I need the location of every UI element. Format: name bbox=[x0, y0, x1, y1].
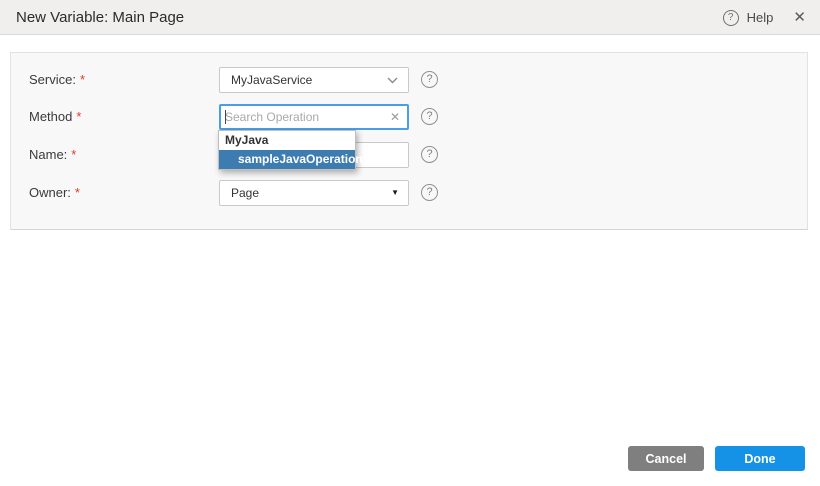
service-help-icon[interactable]: ? bbox=[421, 71, 438, 88]
help-icon[interactable]: ? bbox=[723, 10, 739, 26]
method-help-icon[interactable]: ? bbox=[421, 108, 438, 125]
name-help-icon[interactable]: ? bbox=[421, 146, 438, 163]
method-row: Method* ✕ ? bbox=[11, 104, 807, 130]
owner-select-value: Page bbox=[231, 181, 259, 205]
required-asterisk: * bbox=[75, 185, 80, 200]
chevron-down-icon bbox=[387, 77, 398, 84]
dropdown-option-selected[interactable]: sampleJavaOperation bbox=[219, 150, 355, 169]
owner-help-icon[interactable]: ? bbox=[421, 184, 438, 201]
name-label: Name:* bbox=[29, 142, 76, 168]
required-asterisk: * bbox=[71, 147, 76, 162]
close-icon[interactable]: ✕ bbox=[793, 10, 806, 25]
owner-label: Owner:* bbox=[29, 180, 80, 206]
dialog-header: New Variable: Main Page ? Help ✕ bbox=[0, 0, 820, 35]
select-arrow-icon: ▼ bbox=[391, 189, 399, 197]
owner-row: Owner:* Page ▼ ? bbox=[11, 180, 807, 206]
service-dropdown-value: MyJavaService bbox=[231, 68, 312, 92]
text-caret bbox=[225, 110, 226, 124]
method-search-box: ✕ bbox=[219, 104, 409, 130]
method-label: Method* bbox=[29, 104, 81, 130]
help-link[interactable]: Help bbox=[747, 10, 774, 25]
service-label: Service:* bbox=[29, 67, 85, 93]
service-dropdown[interactable]: MyJavaService bbox=[219, 67, 409, 93]
method-dropdown-list: MyJava sampleJavaOperation bbox=[218, 130, 356, 170]
name-row: Name:* ? bbox=[11, 142, 807, 168]
required-asterisk: * bbox=[80, 72, 85, 87]
dropdown-group-header: MyJava bbox=[219, 131, 355, 150]
form-panel: Service:* MyJavaService ? Method* ✕ ? Na… bbox=[10, 52, 808, 230]
cancel-button[interactable]: Cancel bbox=[628, 446, 704, 471]
done-button[interactable]: Done bbox=[715, 446, 805, 471]
service-row: Service:* MyJavaService ? bbox=[11, 67, 807, 93]
method-search-input[interactable] bbox=[221, 106, 407, 128]
header-actions: ? Help ✕ bbox=[723, 0, 806, 35]
clear-icon[interactable]: ✕ bbox=[390, 110, 400, 124]
owner-select[interactable]: Page ▼ bbox=[219, 180, 409, 206]
required-asterisk: * bbox=[76, 109, 81, 124]
page-title: New Variable: Main Page bbox=[16, 0, 184, 35]
